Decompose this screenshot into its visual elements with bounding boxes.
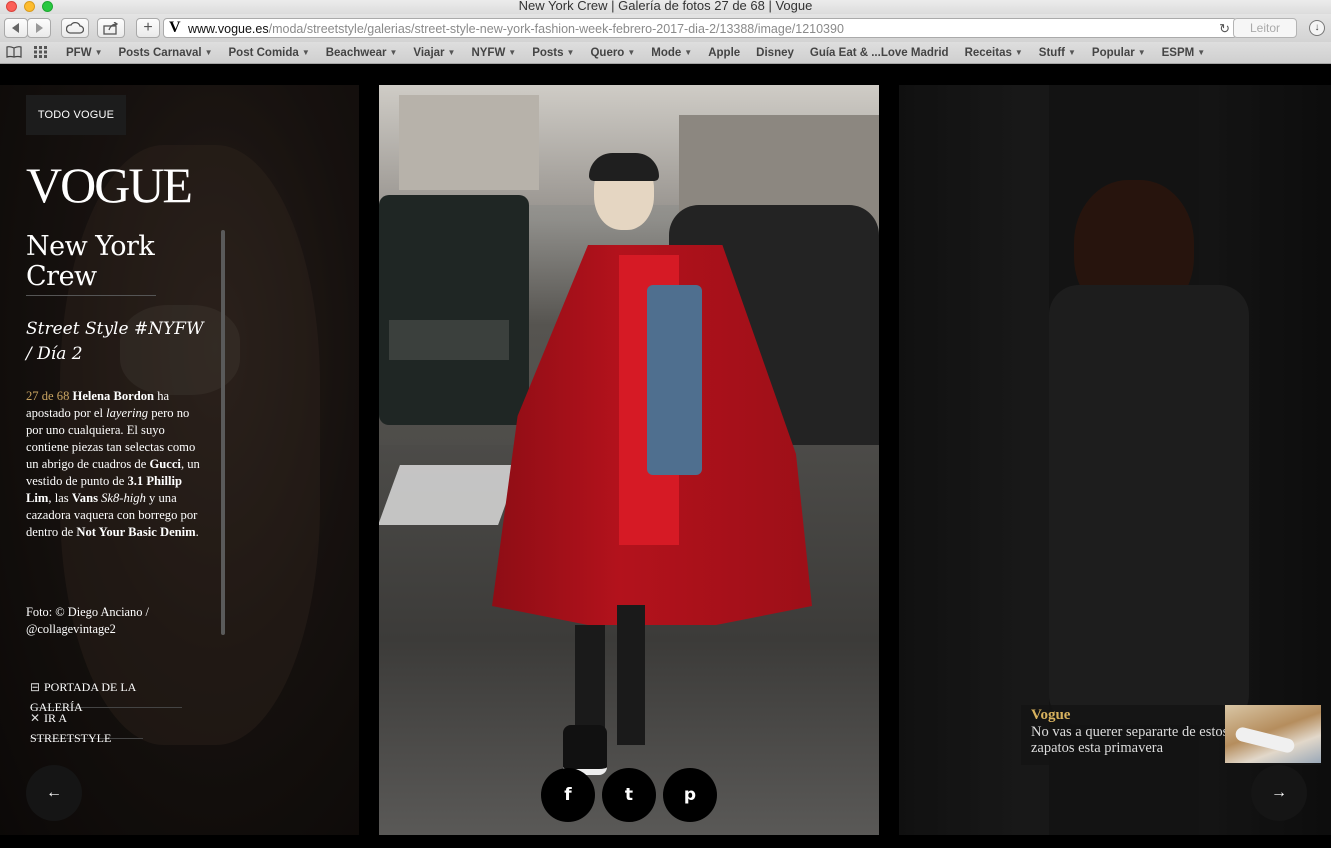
- gallery-page: TODO VOGUE VOGUE New York Crew Street St…: [0, 65, 1331, 848]
- pinterest-share-button[interactable]: p: [663, 768, 717, 822]
- bookmark-item[interactable]: Stuff ▼: [1039, 47, 1076, 59]
- chevron-down-icon: ▼: [1137, 47, 1146, 57]
- share-page-button[interactable]: [97, 18, 125, 38]
- reader-button[interactable]: Leitor: [1233, 18, 1297, 38]
- new-tab-button[interactable]: +: [136, 18, 160, 38]
- bookmark-list: PFW ▼ Posts Carnaval ▼ Post Comida ▼ Beachwear…: [66, 42, 1221, 63]
- book-icon[interactable]: [6, 46, 22, 58]
- bookmarks-bar: PFW ▼ Posts Carnaval ▼ Post Comida ▼ Beachwear…: [0, 42, 1331, 64]
- vogue-logo[interactable]: VOGUE: [26, 157, 193, 213]
- gallery-subtitle: Street Style #NYFW / Día 2: [26, 319, 204, 364]
- photo-credit: Foto: © Diego Anciano / @collagevintage2: [26, 605, 149, 636]
- bookmark-item[interactable]: Guía Eat & ...Love Madrid: [810, 47, 949, 59]
- chevron-down-icon: ▼: [1197, 47, 1206, 57]
- plus-icon: +: [143, 19, 153, 36]
- icloud-tabs-button[interactable]: [61, 18, 89, 38]
- cloud-icon: [66, 22, 84, 34]
- streetstyle-link[interactable]: ✕ IR A STREETSTYLE: [30, 708, 143, 745]
- grid-icon[interactable]: [34, 46, 48, 58]
- close-icon: ✕: [30, 711, 41, 725]
- todo-vogue-button[interactable]: TODO VOGUE: [26, 95, 126, 135]
- chevron-down-icon: ▼: [447, 47, 456, 57]
- chevron-down-icon: ▼: [94, 47, 103, 57]
- bookmark-item[interactable]: Mode ▼: [651, 47, 692, 59]
- bookmark-item[interactable]: Posts Carnaval ▼: [118, 47, 212, 59]
- gallery-info-panel: TODO VOGUE VOGUE New York Crew Street St…: [0, 85, 359, 835]
- arrow-right-icon: →: [1271, 784, 1287, 801]
- facebook-icon: f: [564, 785, 572, 805]
- bookmark-item[interactable]: Post Comida ▼: [229, 47, 310, 59]
- photo-description: 27 de 68 Helena Bordon ha apostado por e…: [26, 389, 200, 539]
- chevron-down-icon: ▼: [389, 47, 398, 57]
- bookmark-item[interactable]: Beachwear ▼: [326, 47, 398, 59]
- jeep: [379, 195, 529, 425]
- bookmark-item[interactable]: Popular ▼: [1092, 47, 1146, 59]
- site-favicon: V: [169, 19, 181, 36]
- facebook-share-button[interactable]: f: [541, 768, 595, 822]
- bookmark-item[interactable]: NYFW ▼: [471, 47, 516, 59]
- window-titlebar: New York Crew | Galería de fotos 27 de 6…: [0, 0, 1331, 14]
- chevron-down-icon: ▼: [508, 47, 517, 57]
- next-photo-button[interactable]: →: [1251, 765, 1307, 821]
- minus-square-icon: ⊟: [30, 680, 41, 694]
- share-icon: [103, 21, 119, 35]
- bookmark-item[interactable]: Posts ▼: [532, 47, 574, 59]
- photo-counter: 27 de 68: [26, 389, 70, 403]
- chevron-down-icon: ▼: [1014, 47, 1023, 57]
- promo-brand: Vogue: [1031, 707, 1071, 723]
- bookmark-item[interactable]: ESPM ▼: [1162, 47, 1206, 59]
- cap: [589, 153, 659, 181]
- forward-icon: [36, 23, 43, 33]
- pinterest-icon: p: [683, 785, 697, 805]
- previous-photo-button[interactable]: ←: [26, 765, 82, 821]
- window-title: New York Crew | Galería de fotos 27 de 6…: [518, 0, 813, 13]
- reload-icon[interactable]: ↻: [1219, 21, 1230, 37]
- arrow-left-icon: ←: [46, 784, 62, 801]
- bookmark-item[interactable]: Viajar ▼: [413, 47, 455, 59]
- twitter-share-button[interactable]: t: [602, 768, 656, 822]
- chevron-down-icon: ▼: [301, 47, 310, 57]
- promo-thumbnail: [1225, 705, 1321, 763]
- browser-toolbar: + V www.vogue.es/moda/streetstyle/galeri…: [0, 14, 1331, 42]
- twitter-icon: t: [624, 785, 634, 805]
- chevron-down-icon: ▼: [204, 47, 213, 57]
- url-text[interactable]: www.vogue.es/moda/streetstyle/galerias/s…: [188, 22, 844, 36]
- promo-card[interactable]: Vogue No vas a querer separarte de estos…: [1021, 705, 1321, 765]
- chevron-down-icon: ▼: [566, 47, 575, 57]
- gallery-cover-link[interactable]: ⊟ PORTADA DE LA GALERÍA: [30, 677, 182, 714]
- bookmark-item[interactable]: Receitas ▼: [965, 47, 1023, 59]
- forward-button[interactable]: [27, 18, 51, 38]
- gallery-title: New York Crew: [26, 232, 156, 296]
- shoe-image: [1234, 725, 1296, 755]
- description-scrollbar[interactable]: [221, 230, 225, 635]
- denim-jacket: [647, 285, 702, 475]
- bookmark-item[interactable]: Disney: [756, 47, 794, 59]
- chevron-down-icon: ▼: [684, 47, 693, 57]
- bookmark-item[interactable]: PFW ▼: [66, 47, 102, 59]
- bookmark-item[interactable]: Quero ▼: [590, 47, 635, 59]
- chevron-down-icon: ▼: [627, 47, 636, 57]
- promo-text: No vas a querer separarte de estos zapat…: [1031, 724, 1229, 756]
- address-bar[interactable]: V www.vogue.es/moda/streetstyle/galerias…: [163, 18, 1237, 38]
- download-icon[interactable]: ↓: [1309, 20, 1325, 36]
- leg-right: [617, 605, 645, 745]
- bookmark-item[interactable]: Apple: [708, 47, 740, 59]
- main-photo[interactable]: f t p: [379, 85, 879, 835]
- chevron-down-icon: ▼: [1067, 47, 1076, 57]
- back-icon: [12, 23, 19, 33]
- back-button[interactable]: [4, 18, 28, 38]
